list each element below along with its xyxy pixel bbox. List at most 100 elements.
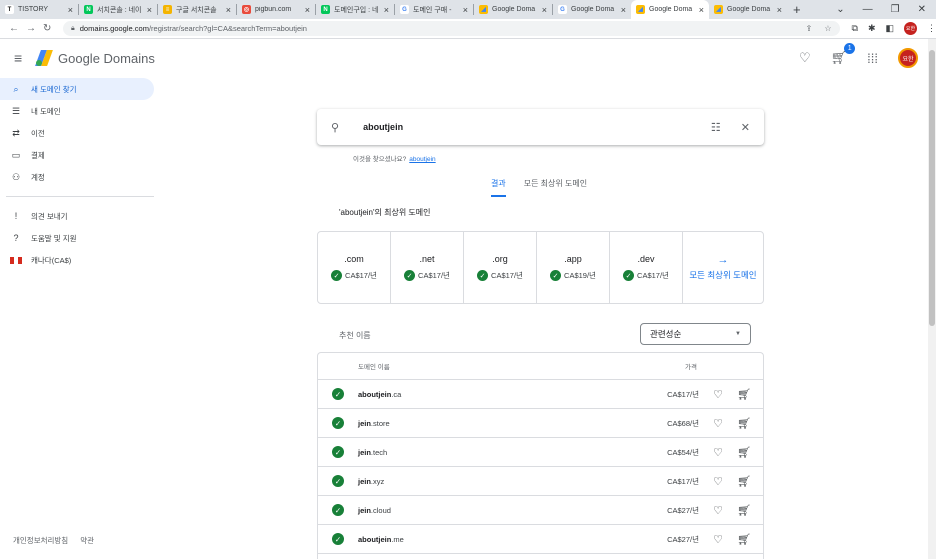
share-icon[interactable]: ⇪	[806, 24, 813, 33]
tab-favicon-icon: N	[321, 5, 330, 14]
brand-name: Google Domains	[58, 50, 155, 66]
close-tab-icon[interactable]: ×	[621, 5, 626, 15]
menu-icon[interactable]: ≡	[14, 50, 28, 66]
forward-icon[interactable]: →	[26, 23, 36, 34]
browser-tab[interactable]: G Google Doma ×	[553, 0, 631, 19]
address-bar[interactable]: 🔒︎ domains.google.com/registrar/search?g…	[63, 21, 840, 36]
transfer-icon: ⇄	[12, 127, 20, 138]
account-avatar[interactable]: 요한	[898, 48, 918, 68]
add-to-cart-icon[interactable]: 🛒︎	[737, 417, 751, 430]
bookmark-star-icon[interactable]: ☆	[824, 24, 831, 33]
favorite-heart-icon[interactable]: ♡	[711, 388, 725, 401]
close-tab-icon[interactable]: ×	[226, 5, 231, 15]
reload-icon[interactable]: ↻	[43, 23, 51, 34]
close-tab-icon[interactable]: ×	[147, 5, 152, 15]
sidepanel-icon[interactable]: ◧	[885, 23, 894, 34]
cart-icon[interactable]: 🛒︎ 1	[831, 43, 856, 66]
table-row[interactable]: ✓ jein.xyz CA$17/년 ♡ 🛒︎	[318, 467, 763, 496]
add-to-cart-icon[interactable]: 🛒︎	[737, 388, 751, 401]
tld-card[interactable]: .dev ✓ CA$17/년	[610, 232, 683, 303]
back-icon[interactable]: ←	[9, 23, 19, 34]
tab-results[interactable]: 결과	[491, 178, 506, 197]
sidebar-item[interactable]: 캐나다(CA$)	[0, 249, 160, 271]
clear-icon[interactable]: ✕	[741, 121, 750, 134]
tab-favicon-icon: G	[558, 5, 567, 14]
cart-count-badge: 1	[844, 43, 856, 54]
restore-icon[interactable]: ❐	[891, 4, 900, 15]
suggest-link[interactable]: aboutjein	[409, 156, 435, 163]
table-row[interactable]: ✓ jein.store CA$68/년 ♡ 🛒︎	[318, 409, 763, 438]
table-row[interactable]: ✓ aboutjein.ca CA$17/년 ♡ 🛒︎	[318, 380, 763, 409]
table-row[interactable]: ✓ aboutjein.me CA$27/년 ♡ 🛒︎	[318, 525, 763, 554]
add-to-cart-icon[interactable]: 🛒︎	[737, 475, 751, 488]
close-window-icon[interactable]: ✕	[918, 4, 926, 15]
favorite-heart-icon[interactable]: ♡	[711, 504, 725, 517]
favorite-heart-icon[interactable]: ♡	[711, 446, 725, 459]
close-tab-icon[interactable]: ×	[777, 5, 782, 15]
sidebar-item[interactable]: ! 의견 보내기	[0, 205, 160, 227]
privacy-link[interactable]: 개인정보처리방침	[13, 535, 68, 546]
table-row[interactable]: ✓ jein.tech CA$54/년 ♡ 🛒︎	[318, 438, 763, 467]
tab-favicon-icon: ◢	[636, 5, 645, 14]
search-input[interactable]: aboutjein	[363, 122, 403, 132]
extensions-icon[interactable]: ✱	[868, 23, 876, 34]
browser-tab[interactable]: T TISTORY ×	[0, 0, 78, 19]
recommended-title: 추천 이름	[339, 331, 371, 340]
domain-search-box[interactable]: ⚲ aboutjein ☷ ✕	[317, 109, 764, 145]
domain-name: jein.cloud	[358, 506, 391, 515]
browser-tab[interactable]: ◢ Google Doma ×	[631, 0, 709, 19]
domain-price: CA$68/년	[667, 418, 699, 428]
favorite-heart-icon[interactable]: ♡	[711, 475, 725, 488]
add-to-cart-icon[interactable]: 🛒︎	[737, 446, 751, 459]
close-tab-icon[interactable]: ×	[305, 5, 310, 15]
browser-tab[interactable]: N 도메인구입 : 네 ×	[316, 0, 394, 19]
minimize-icon[interactable]: —	[863, 4, 873, 15]
scrollbar-thumb[interactable]	[929, 50, 935, 326]
available-check-icon: ✓	[331, 270, 343, 281]
tld-card[interactable]: .org ✓ CA$17/년	[464, 232, 537, 303]
close-tab-icon[interactable]: ×	[699, 5, 704, 15]
sidebar-item[interactable]: ⌕ 새 도메인 찾기	[0, 78, 154, 100]
favorite-heart-icon[interactable]: ♡	[711, 533, 725, 546]
browser-tab[interactable]: N 서치콘솔 : 네이 ×	[79, 0, 157, 19]
browser-tab[interactable]: ◢ Google Doma ×	[474, 0, 552, 19]
results-table: 도메인 이름 가격 ✓ aboutjein.ca CA$17/년 ♡ 🛒︎ ✓ jein.s…	[317, 352, 764, 559]
tab-favicon-icon: T	[5, 5, 14, 14]
all-tlds-link[interactable]: → 모든 최상위 도메인	[683, 232, 763, 303]
sort-select[interactable]: 관련성순 ▼	[640, 323, 751, 345]
close-tab-icon[interactable]: ×	[542, 5, 547, 15]
tab-all-tlds[interactable]: 모든 최상위 도메인	[524, 178, 587, 197]
sidebar-item[interactable]: ? 도움말 및 지원	[0, 227, 160, 249]
tld-card[interactable]: .app ✓ CA$19/년	[537, 232, 610, 303]
browser-tab[interactable]: ≡ 구글 서치콘솔 ×	[158, 0, 236, 19]
sidebar-item[interactable]: ⇄ 이전	[0, 122, 160, 144]
add-to-cart-icon[interactable]: 🛒︎	[737, 504, 751, 517]
cast-icon[interactable]: ⧉	[852, 23, 858, 34]
tld-card[interactable]: .com ✓ CA$17/년	[318, 232, 391, 303]
browser-menu-icon[interactable]: ⋮	[927, 23, 936, 34]
favorites-heart-icon[interactable]: ♡	[799, 50, 811, 66]
add-to-cart-icon[interactable]: 🛒︎	[737, 533, 751, 546]
profile-avatar[interactable]: 요한	[904, 22, 917, 35]
sidebar-item[interactable]: ⚇ 계정	[0, 166, 160, 188]
tab-title: 서치콘솔 : 네이	[97, 6, 142, 14]
browser-tab[interactable]: ◢ Google Doma ×	[709, 0, 787, 19]
tab-list-icon[interactable]: ⌄	[836, 4, 844, 15]
terms-link[interactable]: 약관	[80, 535, 94, 546]
close-tab-icon[interactable]: ×	[463, 5, 468, 15]
sidebar-item[interactable]: ☰ 내 도메인	[0, 100, 160, 122]
sidebar-item[interactable]: ▭ 결제	[0, 144, 160, 166]
browser-tab[interactable]: ◎ pigbun.com ×	[237, 0, 315, 19]
new-tab-icon[interactable]: +	[793, 2, 801, 17]
tab-favicon-icon: ◎	[242, 5, 251, 14]
close-tab-icon[interactable]: ×	[384, 5, 389, 15]
browser-tab[interactable]: G 도메인 구매 - ×	[395, 0, 473, 19]
apps-grid-icon[interactable]: ⁞⁞⁞	[867, 51, 878, 66]
close-tab-icon[interactable]: ×	[68, 5, 73, 15]
tld-price: CA$17/년	[491, 271, 523, 280]
tld-card[interactable]: .net ✓ CA$17/년	[391, 232, 464, 303]
table-row[interactable]: ✓ jein.cloud CA$27/년 ♡ 🛒︎	[318, 496, 763, 525]
filter-icon[interactable]: ☷	[711, 121, 721, 134]
sidebar-nav: ⌕ 새 도메인 찾기 ☰ 내 도메인 ⇄ 이전 ▭ 결제 ⚇ 계정 ! 의견 보내기? 도움말 및 지…	[0, 78, 160, 559]
favorite-heart-icon[interactable]: ♡	[711, 417, 725, 430]
